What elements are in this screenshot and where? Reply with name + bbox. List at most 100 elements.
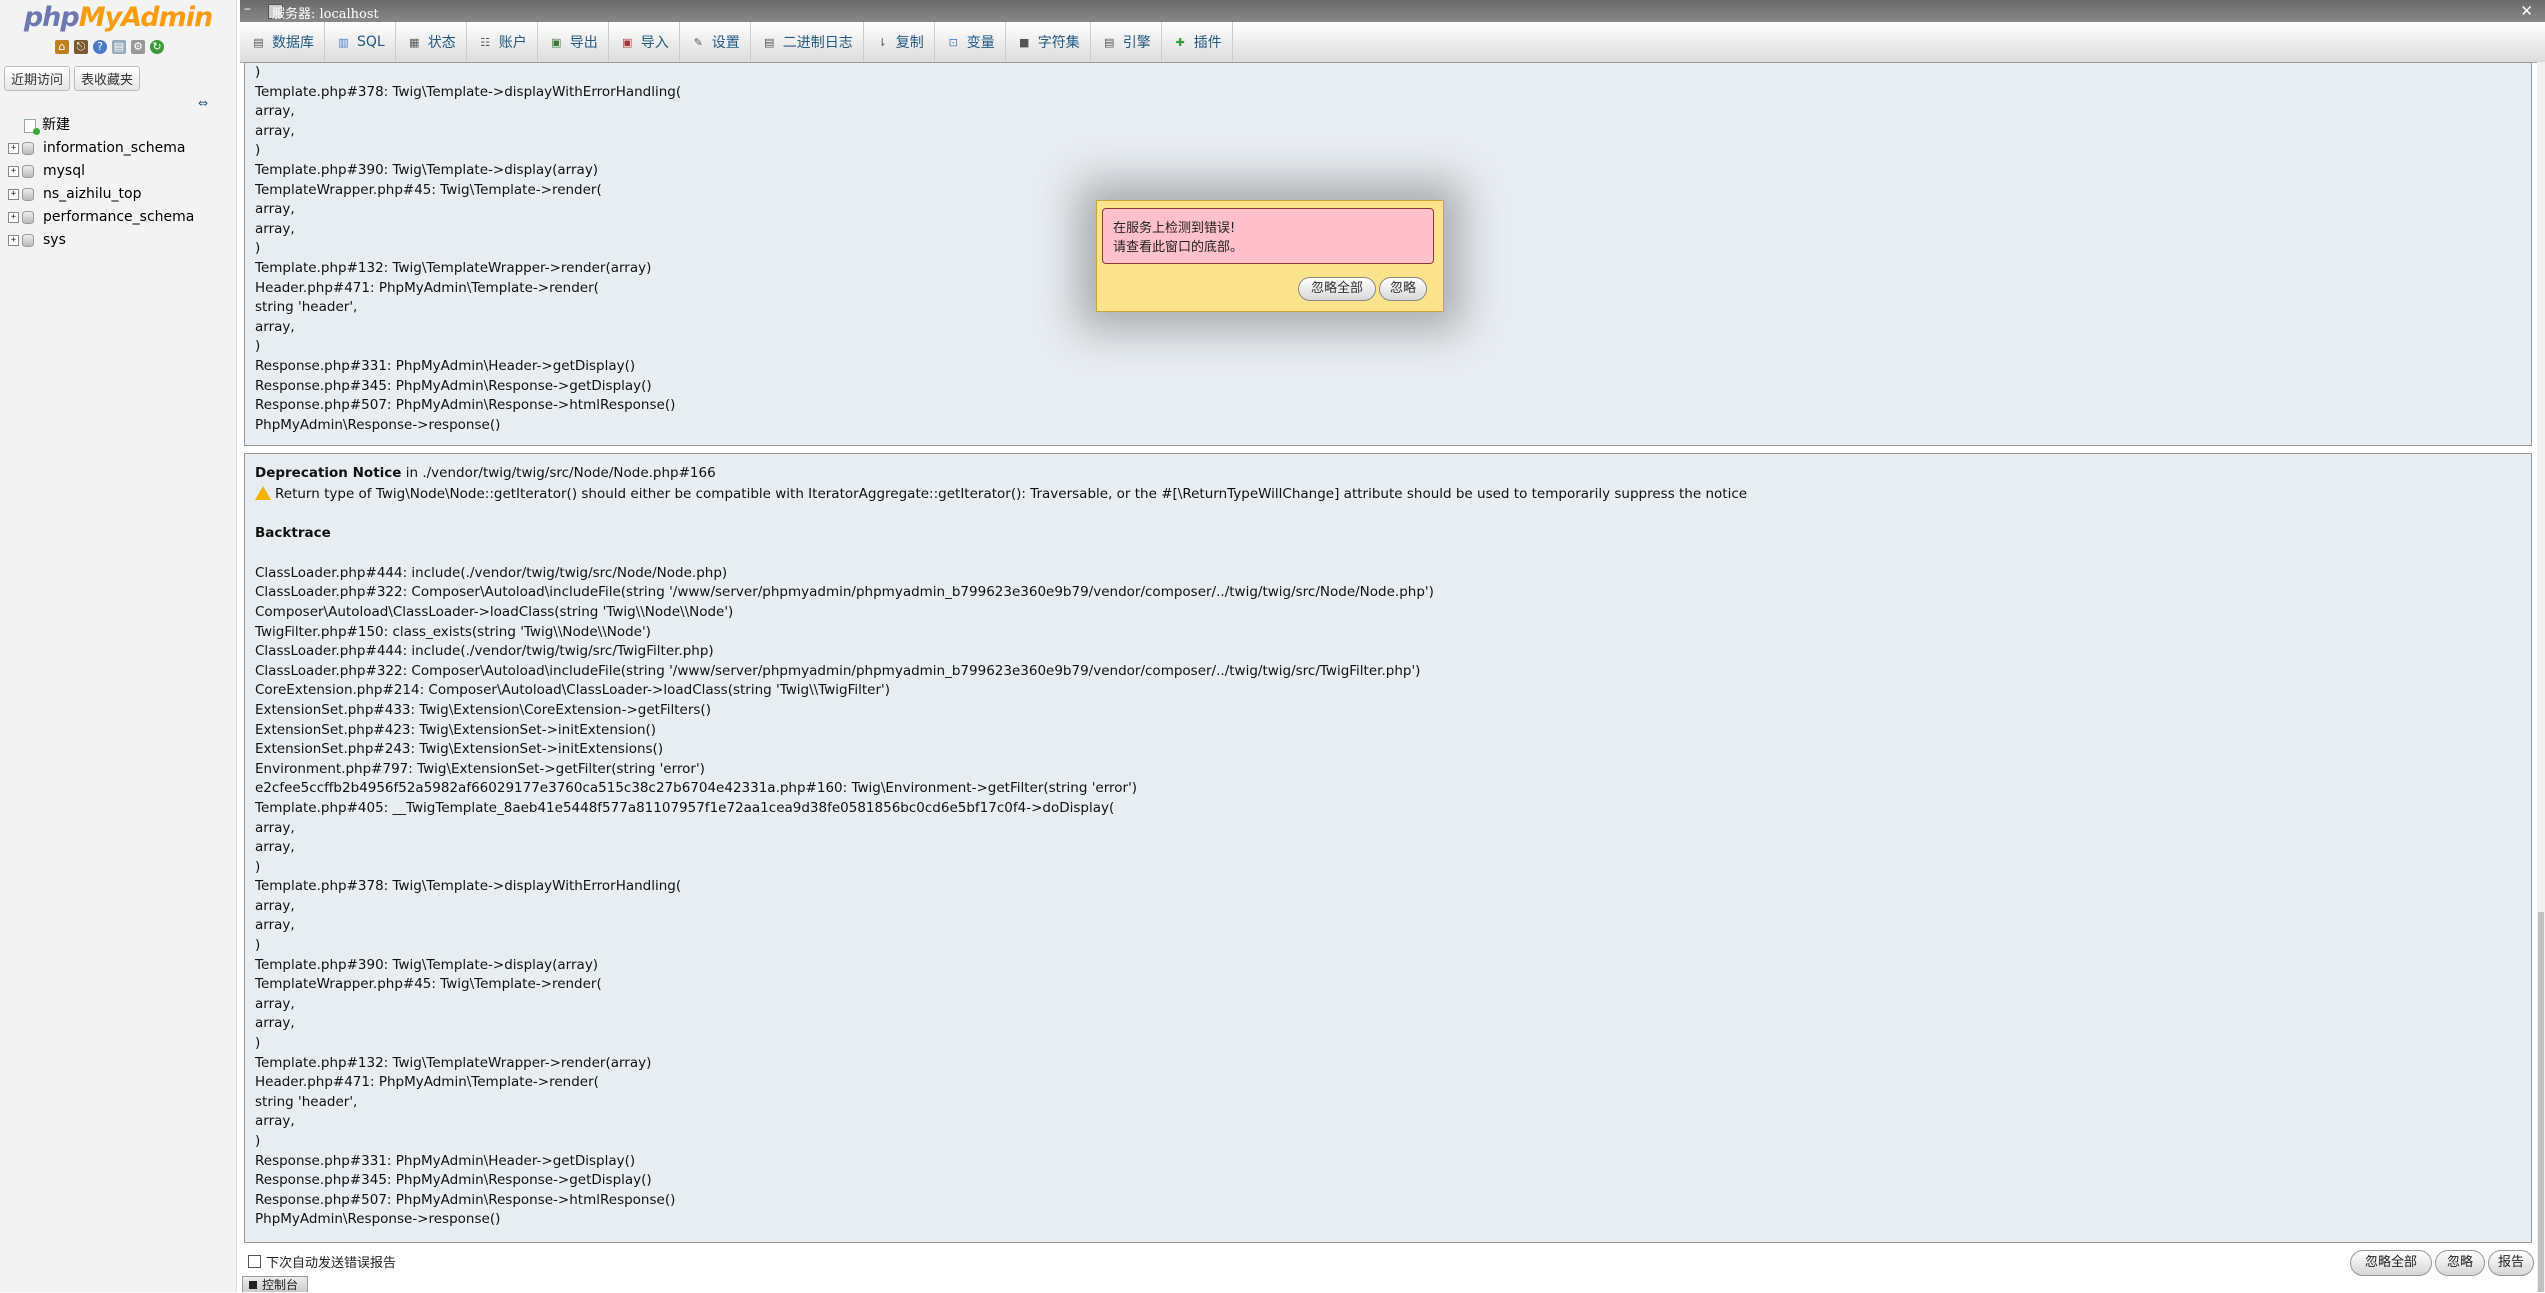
tab-accounts[interactable]: ☷ 账户 <box>467 22 538 62</box>
database-icon <box>22 165 34 178</box>
backtrace-line: ExtensionSet.php#423: Twig\ExtensionSet-… <box>255 721 657 738</box>
tab-databases[interactable]: ▤ 数据库 <box>240 22 325 62</box>
notice-message-row: Return type of Twig\Node\Node::getIterat… <box>255 484 2521 505</box>
close-icon[interactable]: ✕ <box>2520 2 2533 20</box>
backtrace-line: array, <box>255 819 295 836</box>
tree-item-label[interactable]: 新建 <box>42 114 70 137</box>
tab-import[interactable]: ▣ 导入 <box>609 22 680 62</box>
backtrace-line: array, <box>255 1015 295 1032</box>
popup-ignore-all-button[interactable]: 忽略全部 <box>1298 277 1376 301</box>
report-button[interactable]: 报告 <box>2488 1250 2534 1276</box>
tab-replication[interactable]: ⇂ 复制 <box>864 22 935 62</box>
auto-send-checkbox[interactable] <box>248 1255 261 1268</box>
backtrace-line: Environment.php#797: Twig\ExtensionSet->… <box>255 760 705 777</box>
scrollbar-thumb[interactable] <box>2538 912 2544 1292</box>
plugin-icon: ✚ <box>1175 35 1185 49</box>
link-with-main-icon[interactable]: ⇔ <box>198 96 208 110</box>
backtrace-line: Response.php#331: PhpMyAdmin\Header->get… <box>255 1152 636 1169</box>
settings-icon[interactable]: ⚙ <box>131 40 145 54</box>
tab-engines[interactable]: ▤ 引擎 <box>1091 22 1162 62</box>
tree-item-label[interactable]: mysql <box>43 160 85 183</box>
backtrace-line: Composer\Autoload\ClassLoader->loadClass… <box>255 603 734 620</box>
import-icon: ▣ <box>622 35 633 49</box>
tab-label: 字符集 <box>1037 35 1080 51</box>
sql-icon: ▥ <box>338 35 349 49</box>
tab-label: 变量 <box>966 35 995 51</box>
help-icon[interactable]: ? <box>93 40 107 54</box>
tree-item-label[interactable]: sys <box>43 229 66 252</box>
tab-status[interactable]: ▦ 状态 <box>396 22 467 62</box>
expand-icon[interactable]: + <box>8 235 19 246</box>
tab-plugins[interactable]: ✚ 插件 <box>1162 22 1233 62</box>
collapse-menu-button[interactable]: – <box>244 1 251 17</box>
database-tree: 新建 + information_schema + mysql + ns_aiz… <box>8 114 194 252</box>
ignore-all-button[interactable]: 忽略全部 <box>2350 1250 2432 1276</box>
charset-icon: ■ <box>1019 35 1030 49</box>
backtrace-line: ClassLoader.php#322: Composer\Autoload\i… <box>255 584 1434 601</box>
docs-icon[interactable]: ▤ <box>112 40 126 54</box>
tab-label: SQL <box>357 34 385 50</box>
backtrace-line: TemplateWrapper.php#45: Twig\Template->r… <box>255 181 602 198</box>
backtrace-line: ) <box>255 858 261 875</box>
status-icon: ▦ <box>409 35 420 49</box>
tree-item-label[interactable]: ns_aizhilu_top <box>43 183 141 206</box>
backtrace-line: ExtensionSet.php#243: Twig\ExtensionSet-… <box>255 741 664 758</box>
backtrace-heading: Backtrace <box>255 525 331 542</box>
tree-item-information-schema[interactable]: + information_schema <box>8 137 194 160</box>
new-database-icon <box>24 118 40 135</box>
backtrace-line: array, <box>255 839 295 856</box>
popup-message-line: 请查看此窗口的底部。 <box>1113 240 1244 255</box>
tree-item-performance-schema[interactable]: + performance_schema <box>8 206 194 229</box>
tab-label: 导出 <box>569 35 598 51</box>
backtrace-line: ClassLoader.php#444: include(./vendor/tw… <box>255 643 714 660</box>
auto-send-option[interactable]: 下次自动发送错误报告 <box>248 1252 396 1271</box>
phpmyadmin-logo[interactable]: phpMyAdmin <box>0 2 236 33</box>
tree-item-ns-aizhilu-top[interactable]: + ns_aizhilu_top <box>8 183 194 206</box>
backtrace-line: TwigFilter.php#150: class_exists(string … <box>255 623 651 640</box>
tree-item-label[interactable]: performance_schema <box>43 206 194 229</box>
backtrace-line: ) <box>255 937 261 954</box>
popup-message-line: 在服务上检测到错误! <box>1113 221 1236 236</box>
main-scrollbar[interactable] <box>2537 62 2545 1292</box>
backtrace-line: array, <box>255 103 295 120</box>
reload-icon[interactable]: ↻ <box>150 40 164 54</box>
logout-icon[interactable]: ⎋ <box>74 40 88 54</box>
error-notification-popup: 在服务上检测到错误! 请查看此窗口的底部。 忽略全部 忽略 <box>1096 200 1444 312</box>
tab-settings[interactable]: ✎ 设置 <box>680 22 751 62</box>
backtrace-line: PhpMyAdmin\Response->response() <box>255 1211 501 1228</box>
tab-charsets[interactable]: ■ 字符集 <box>1006 22 1091 62</box>
database-icon <box>22 211 34 224</box>
popup-ignore-button[interactable]: 忽略 <box>1379 277 1427 301</box>
tab-label: 设置 <box>711 35 740 51</box>
backtrace-line: string 'header', <box>255 1093 358 1110</box>
navigation-tabs: 近期访问 表收藏夹 <box>4 66 141 91</box>
server-breadcrumb-bar: – 服务器: localhost ✕ <box>240 0 2545 22</box>
auto-send-label[interactable]: 下次自动发送错误报告 <box>266 1252 396 1271</box>
server-label[interactable]: 服务器: localhost <box>272 3 379 22</box>
tree-item-label[interactable]: information_schema <box>43 137 186 160</box>
engine-icon: ▤ <box>1104 35 1115 49</box>
tree-item-new[interactable]: 新建 <box>8 114 194 137</box>
tab-binary-log[interactable]: ▤ 二进制日志 <box>751 22 864 62</box>
backtrace-line: Template.php#378: Twig\Template->display… <box>255 83 682 100</box>
favorite-tables-tab[interactable]: 表收藏夹 <box>74 66 141 91</box>
tab-label: 账户 <box>498 35 527 51</box>
tab-variables[interactable]: ⊡ 变量 <box>935 22 1006 62</box>
backtrace-line: Template.php#390: Twig\Template->display… <box>255 161 599 178</box>
home-icon[interactable]: ⌂ <box>55 40 69 54</box>
console-tab[interactable]: 控制台 <box>242 1276 308 1292</box>
notice-message: Return type of Twig\Node\Node::getIterat… <box>275 485 1748 502</box>
ignore-button[interactable]: 忽略 <box>2435 1250 2485 1276</box>
backtrace-line: Response.php#345: PhpMyAdmin\Response->g… <box>255 1172 652 1189</box>
expand-icon[interactable]: + <box>8 143 19 154</box>
tree-item-sys[interactable]: + sys <box>8 229 194 252</box>
database-icon <box>22 188 34 201</box>
backtrace-line: Template.php#390: Twig\Template->display… <box>255 956 599 973</box>
expand-icon[interactable]: + <box>8 212 19 223</box>
expand-icon[interactable]: + <box>8 189 19 200</box>
expand-icon[interactable]: + <box>8 166 19 177</box>
recent-tables-tab[interactable]: 近期访问 <box>4 66 71 91</box>
tab-export[interactable]: ▣ 导出 <box>538 22 609 62</box>
tab-sql[interactable]: ▥ SQL <box>325 22 396 62</box>
tree-item-mysql[interactable]: + mysql <box>8 160 194 183</box>
